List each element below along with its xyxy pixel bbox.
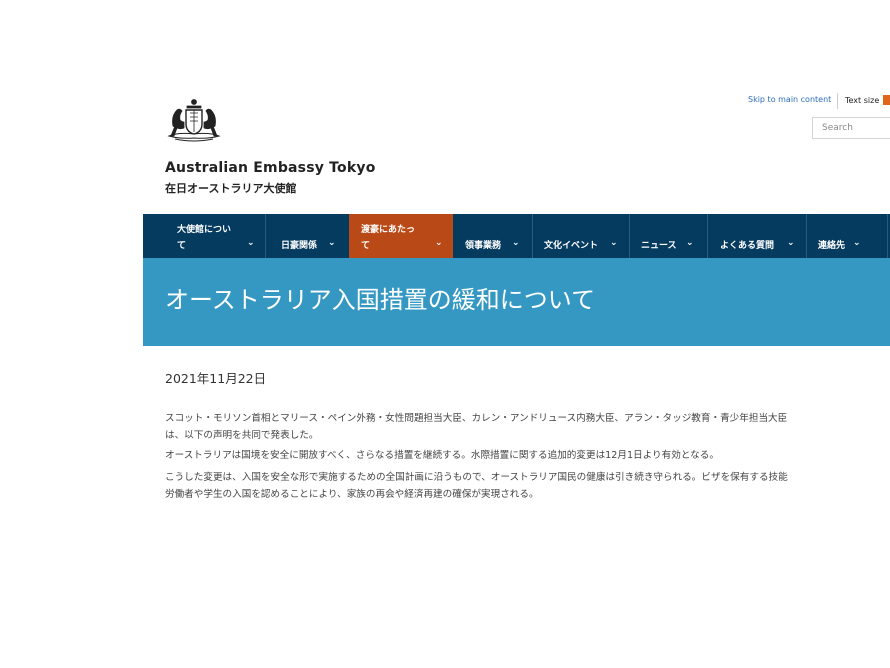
chevron-down-icon: ⌄ <box>610 238 618 248</box>
coat-of-arms-icon <box>167 99 221 142</box>
page-banner: オーストラリア入国措置の緩和について <box>143 258 890 346</box>
skip-to-content-link[interactable]: Skip to main content <box>748 95 831 104</box>
nav-item-about-embassy[interactable]: 大使館につい て ⌄ <box>143 214 265 258</box>
nav-item-travel-to-australia[interactable]: 渡豪にあたっ て ⌄ <box>349 214 453 258</box>
chevron-down-icon: ⌄ <box>247 238 255 248</box>
nav-item-faq[interactable]: よくある質問 ⌄ <box>708 214 806 258</box>
site-title[interactable]: Australian Embassy Tokyo <box>165 160 376 176</box>
nav-item-japan-australia-relations[interactable]: 日豪関係 ⌄ <box>266 214 348 258</box>
chevron-down-icon: ⌄ <box>686 238 694 248</box>
search-input[interactable]: Search <box>812 117 890 139</box>
site-subtitle[interactable]: 在日オーストラリア大使館 <box>165 180 296 196</box>
publish-date: 2021年11月22日 <box>165 371 267 386</box>
chevron-down-icon: ⌄ <box>853 238 861 248</box>
nav-item-news[interactable]: ニュース ⌄ <box>630 214 707 258</box>
page-title: オーストラリア入国措置の緩和について <box>165 286 596 314</box>
header-divider <box>837 93 838 109</box>
text-size-button[interactable] <box>883 95 890 105</box>
chevron-down-icon: ⌄ <box>787 238 795 248</box>
body-paragraph: こうした変更は、入国を安全な形で実施するための全国計画に沿うもので、オーストラリ… <box>165 472 788 500</box>
nav-item-contact[interactable]: 連絡先 ⌄ <box>807 214 887 258</box>
page-cutoff <box>143 500 890 668</box>
chevron-down-icon: ⌄ <box>512 238 520 248</box>
body-paragraph: オーストラリアは国境を安全に開放すべく、さらなる措置を継続する。水際措置に関する… <box>165 450 719 461</box>
nav-item-cultural-events[interactable]: 文化イベント ⌄ <box>533 214 629 258</box>
body-paragraph: スコット・モリソン首相とマリース・ペイン外務・女性問題担当大臣、カレン・アンドリ… <box>165 413 788 441</box>
text-size-label: Text size <box>845 96 880 105</box>
nav-item-consular-services[interactable]: 領事業務 ⌄ <box>454 214 532 258</box>
chevron-down-icon: ⌄ <box>435 238 443 248</box>
chevron-down-icon: ⌄ <box>328 238 336 248</box>
main-nav: 大使館につい て ⌄ 日豪関係 ⌄ 渡豪にあたっ て ⌄ 領事業務 ⌄ 文化イベ… <box>143 214 890 258</box>
